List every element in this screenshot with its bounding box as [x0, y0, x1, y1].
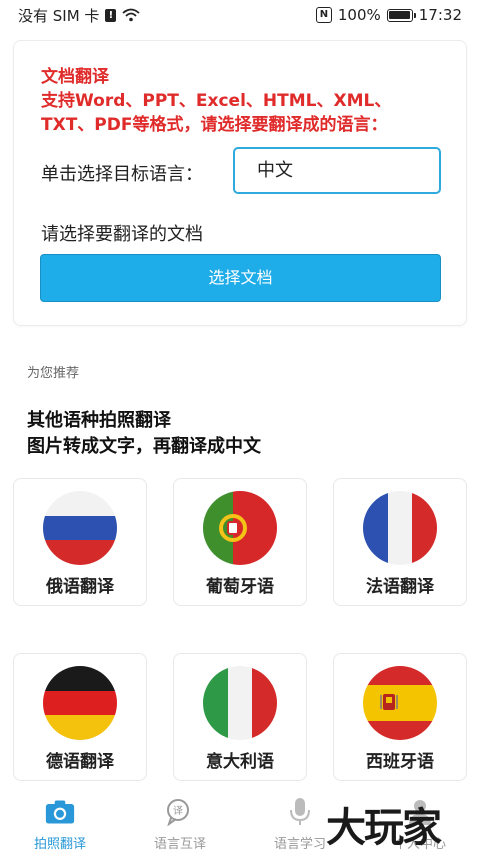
recommend-section-label: 为您推荐: [27, 366, 80, 381]
microphone-icon: [285, 797, 315, 827]
doc-card-title: 文档翻译: [41, 67, 109, 87]
tile-french[interactable]: 法语翻译: [333, 478, 467, 606]
battery-percent: 100%: [337, 6, 381, 24]
tile-spanish[interactable]: 西班牙语: [333, 653, 467, 781]
camera-icon: [45, 797, 75, 827]
tab-photo-translate[interactable]: 拍照翻译: [0, 790, 120, 853]
formats-line-2: TXT、PDF等格式，请选择要翻译成的语言：: [41, 115, 388, 135]
choose-document-button[interactable]: 选择文档: [40, 254, 441, 302]
spain-flag-icon: [363, 666, 437, 740]
target-language-field[interactable]: 中文: [233, 147, 441, 194]
sim-alert-icon: !: [105, 8, 117, 22]
tile-label: 俄语翻译: [46, 577, 114, 597]
tile-portuguese[interactable]: 葡萄牙语: [173, 478, 307, 606]
status-left: 没有 SIM 卡 !: [18, 5, 141, 26]
nfc-icon: N: [315, 7, 332, 23]
tile-label: 德语翻译: [46, 752, 114, 772]
tab-label: 语言互译: [153, 837, 206, 852]
russia-flag-icon: [43, 491, 117, 565]
target-language-label: 单击选择目标语言：: [41, 164, 203, 185]
tile-label: 西班牙语: [366, 752, 434, 772]
recommend-headline-1: 其他语种拍照翻译: [27, 410, 171, 431]
tile-label: 意大利语: [206, 752, 274, 772]
tab-mutual-translate[interactable]: 译 语言互译: [120, 790, 240, 853]
tile-german[interactable]: 德语翻译: [13, 653, 147, 781]
tab-label: 语言学习: [273, 837, 326, 852]
tile-label: 法语翻译: [366, 577, 434, 597]
battery-icon: [386, 8, 416, 22]
translate-bubble-icon: 译: [165, 797, 195, 827]
italy-flag-icon: [203, 666, 277, 740]
portugal-flag-icon: [203, 491, 277, 565]
tile-russian[interactable]: 俄语翻译: [13, 478, 147, 606]
doc-translate-card: 文档翻译 支持Word、PPT、Excel、HTML、XML、 TXT、PDF等…: [13, 40, 467, 326]
tile-italian[interactable]: 意大利语: [173, 653, 307, 781]
wifi-icon: [122, 8, 141, 22]
germany-flag-icon: [43, 666, 117, 740]
tile-label: 葡萄牙语: [206, 577, 274, 597]
status-right: N 100% 17:32: [315, 6, 462, 24]
carrier-text: 没有 SIM 卡: [18, 6, 100, 25]
tab-label: 拍照翻译: [33, 837, 86, 852]
formats-line-1: 支持Word、PPT、Excel、HTML、XML、: [41, 91, 392, 111]
status-bar: 没有 SIM 卡 ! N 100% 17:32: [0, 0, 480, 30]
france-flag-icon: [363, 491, 437, 565]
watermark-logo: 大玩家: [326, 804, 442, 851]
recommend-headline-2: 图片转成文字，再翻译成中文: [27, 436, 261, 457]
choose-doc-label: 请选择要翻译的文档: [41, 224, 203, 245]
svg-text:译: 译: [173, 805, 183, 817]
clock: 17:32: [418, 6, 462, 24]
